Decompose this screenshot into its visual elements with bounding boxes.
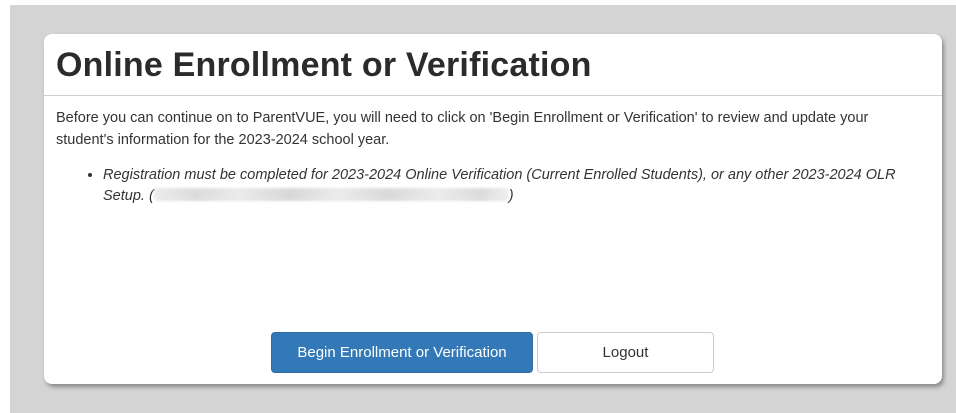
enrollment-panel: Online Enrollment or Verification Before…	[44, 34, 942, 384]
panel-header: Online Enrollment or Verification	[44, 34, 942, 96]
begin-enrollment-button[interactable]: Begin Enrollment or Verification	[271, 332, 533, 373]
requirement-item: Registration must be completed for 2023-…	[103, 165, 930, 207]
redacted-student-names	[153, 188, 509, 201]
page-title: Online Enrollment or Verification	[56, 46, 592, 84]
logout-button[interactable]: Logout	[537, 332, 714, 373]
requirement-list: Registration must be completed for 2023-…	[56, 165, 930, 207]
panel-body: Before you can continue on to ParentVUE,…	[44, 96, 942, 207]
intro-text: Before you can continue on to ParentVUE,…	[56, 110, 869, 148]
action-bar: Begin Enrollment or Verification Logout	[271, 332, 714, 373]
close-paren: )	[508, 188, 514, 204]
